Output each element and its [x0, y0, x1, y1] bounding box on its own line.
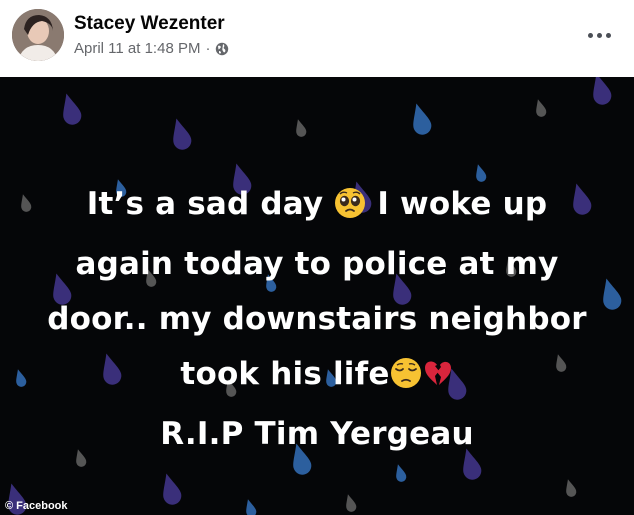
globe-icon[interactable]	[215, 42, 229, 56]
post-timestamp[interactable]: April 11 at 1:48 PM	[74, 40, 200, 57]
pensive-face-icon	[390, 352, 422, 407]
pleading-face-icon	[334, 182, 366, 237]
meta-separator: ·	[205, 40, 211, 57]
raindrop-shape	[167, 116, 194, 152]
post-header: Stacey Wezenter April 11 at 1:48 PM ·	[0, 0, 634, 77]
image-credit: © Facebook	[5, 500, 68, 512]
status-text: It’s a sad day I woke up again today to …	[0, 177, 634, 462]
status-line-5: R.I.P Tim Yergeau	[160, 416, 474, 452]
raindrop-shape	[407, 101, 434, 137]
more-options-button[interactable]	[582, 23, 616, 47]
status-text-segment: It’s a sad day	[86, 186, 324, 222]
more-dot	[605, 32, 611, 38]
raindrop-shape	[57, 91, 84, 127]
broken-heart-icon	[422, 352, 454, 407]
status-background-image[interactable]: It’s a sad day I woke up again today to …	[0, 77, 634, 515]
raindrop-shape	[343, 492, 358, 513]
raindrop-shape	[533, 97, 548, 118]
status-line-2: again today to police at my	[75, 246, 559, 282]
status-line-1: It’s a sad day I woke up	[0, 177, 634, 237]
status-text-segment: took his life	[180, 356, 390, 392]
status-line-3: door.. my downstairs neighbor	[47, 301, 587, 337]
raindrop-shape	[157, 471, 184, 507]
status-text-segment: I woke up	[377, 186, 548, 222]
post-meta: April 11 at 1:48 PM ·	[74, 40, 229, 57]
more-horizontal-icon	[587, 32, 593, 38]
more-dot	[596, 32, 602, 38]
raindrop-shape	[293, 117, 308, 138]
raindrop-shape	[587, 77, 614, 107]
avatar[interactable]	[12, 9, 64, 61]
raindrop-shape	[563, 477, 578, 498]
status-line-4: took his life	[0, 347, 634, 407]
raindrop-shape	[393, 462, 408, 483]
raindrop-shape	[243, 497, 258, 515]
author-name[interactable]: Stacey Wezenter	[74, 13, 225, 35]
